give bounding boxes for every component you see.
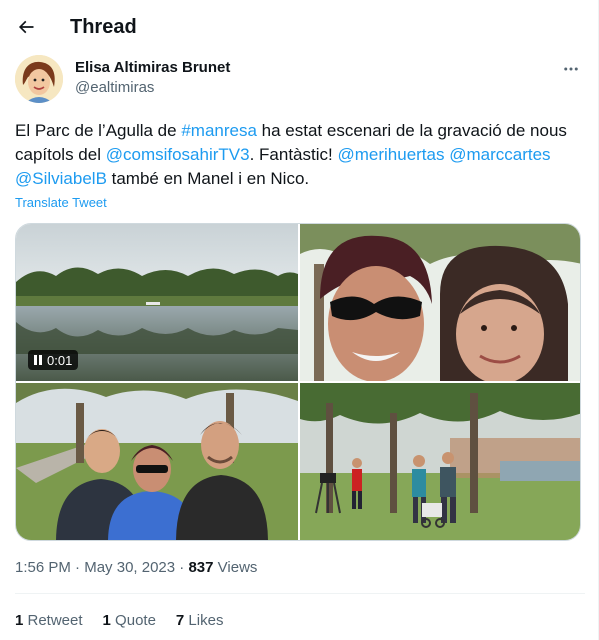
- views-count: 837: [188, 559, 214, 576]
- retweets-label: Retweet: [23, 612, 83, 629]
- more-button[interactable]: [557, 57, 585, 81]
- views-label: Views: [213, 559, 258, 576]
- author-name[interactable]: Elisa Altimiras Brunet: [75, 59, 230, 77]
- pause-icon: [34, 355, 42, 365]
- tweet-text-part: . Fantàstic!: [249, 145, 338, 164]
- engagement-stats: 1 Retweet 1 Quote 7 Likes: [15, 612, 223, 630]
- tweet-time[interactable]: 1:56 PM: [15, 559, 71, 576]
- meta-separator: ·: [70, 559, 85, 576]
- back-button[interactable]: [10, 11, 42, 43]
- media-grid: 0:01: [15, 223, 581, 541]
- hashtag-link[interactable]: #manresa: [181, 121, 257, 140]
- quotes-stat[interactable]: 1 Quote: [103, 612, 156, 630]
- more-horizontal-icon: [564, 67, 578, 71]
- meta-separator: ·: [175, 559, 189, 576]
- arrow-left-icon: [18, 20, 34, 34]
- tweet-meta: 1:56 PM · May 30, 2023 · 837 Views: [15, 559, 257, 577]
- likes-label: Likes: [184, 612, 224, 629]
- video-time: 0:01: [47, 352, 73, 368]
- tweet-date[interactable]: May 30, 2023: [84, 559, 175, 576]
- divider: [15, 593, 585, 594]
- mention-link[interactable]: @merihuertas: [337, 145, 444, 164]
- translate-tweet-link[interactable]: Translate Tweet: [15, 195, 107, 211]
- quotes-count: 1: [102, 612, 111, 629]
- tweet-text-part: també en Manel i en Nico.: [106, 169, 310, 188]
- media-photo-group[interactable]: [16, 383, 298, 540]
- page-title: Thread: [70, 16, 137, 38]
- author-handle[interactable]: @ealtimiras: [75, 79, 154, 97]
- thread-header: Thread: [0, 0, 598, 53]
- tweet-text-part: El Parc de l’Agulla de: [15, 121, 182, 140]
- likes-stat[interactable]: 7 Likes: [176, 612, 224, 630]
- media-photo-selfie[interactable]: [300, 224, 580, 381]
- media-photo-filming[interactable]: [300, 383, 580, 540]
- likes-count: 7: [175, 612, 185, 629]
- tweet-text: El Parc de l’Agulla de #manresa ha estat…: [15, 119, 585, 191]
- media-video-lake[interactable]: 0:01: [16, 224, 298, 381]
- tweet-author: Elisa Altimiras Brunet @ealtimiras: [15, 55, 585, 105]
- quotes-label: Quote: [110, 612, 156, 629]
- mention-link[interactable]: @marccartes: [449, 145, 550, 164]
- mention-link[interactable]: @comsifosahirTV3: [106, 145, 250, 164]
- avatar[interactable]: [15, 55, 63, 103]
- video-timer[interactable]: 0:01: [28, 350, 79, 370]
- mention-link[interactable]: @SilviabelB: [15, 169, 107, 188]
- retweets-stat[interactable]: 1 Retweet: [15, 612, 83, 630]
